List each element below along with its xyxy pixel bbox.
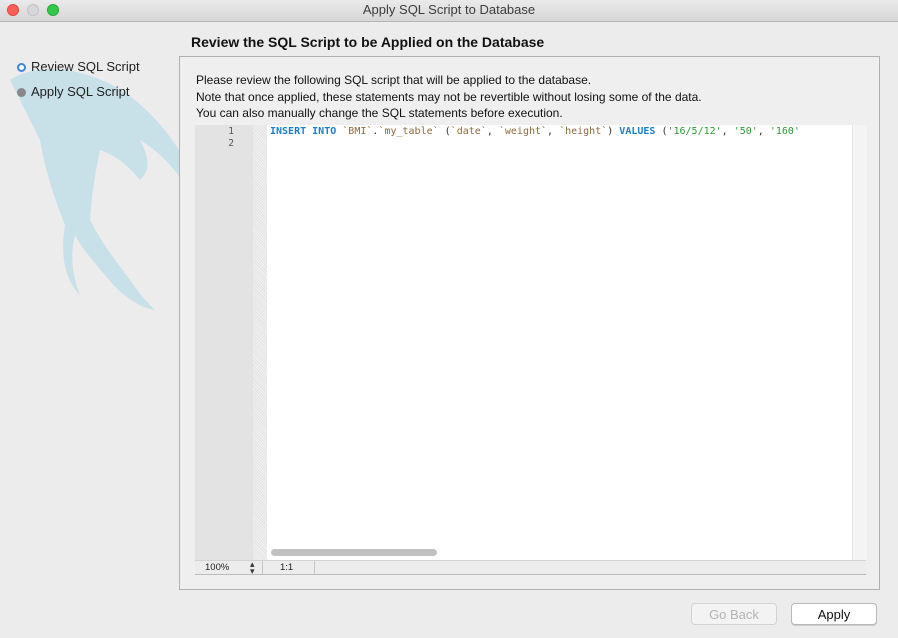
step-label: Apply SQL Script <box>31 84 130 99</box>
horizontal-scrollbar-thumb[interactable] <box>271 549 437 556</box>
go-back-button[interactable]: Go Back <box>691 603 777 625</box>
sql-token: '160' <box>769 126 800 137</box>
sql-token: `my_table` <box>378 126 439 137</box>
sql-token: `BMI` <box>342 126 373 137</box>
sql-token: ) <box>607 126 620 137</box>
line-number-gutter: 1 2 <box>195 125 253 560</box>
review-panel: Please review the following SQL script t… <box>179 56 880 590</box>
title-bar: Apply SQL Script to Database <box>0 0 898 22</box>
fold-margin <box>253 125 267 560</box>
window-title: Apply SQL Script to Database <box>362 2 536 17</box>
editor-status-bar: 100% ▴ ▾ 1:1 <box>195 560 866 576</box>
sql-token: INSERT <box>270 126 307 137</box>
sql-editor: 1 2 INSERT INTO `BMI`.`my_table` (`date`… <box>195 125 867 576</box>
line-number: 1 <box>228 126 234 137</box>
sql-token: '16/5/12' <box>667 126 722 137</box>
sql-code-area[interactable]: INSERT INTO `BMI`.`my_table` (`date`, `w… <box>267 125 852 560</box>
pending-step-indicator-icon <box>17 88 26 97</box>
line-number: 2 <box>228 138 234 149</box>
step-label: Review SQL Script <box>31 59 140 74</box>
horizontal-scrollbar[interactable] <box>267 546 852 560</box>
sql-token: ( <box>655 126 668 137</box>
sql-token: `date` <box>450 126 487 137</box>
zoom-level[interactable]: 100% <box>205 562 229 573</box>
status-divider <box>262 561 263 574</box>
sql-token: '50' <box>733 126 758 137</box>
active-step-indicator-icon <box>17 63 26 72</box>
sql-code-line[interactable]: INSERT INTO `BMI`.`my_table` (`date`, `w… <box>270 126 800 137</box>
vertical-scrollbar[interactable] <box>852 125 867 560</box>
sql-token: , <box>721 126 734 137</box>
review-description: Please review the following SQL script t… <box>196 72 702 122</box>
status-divider <box>314 561 315 574</box>
mysql-dolphin-watermark <box>10 69 200 310</box>
description-line: Note that once applied, these statements… <box>196 89 702 104</box>
sql-token: `height` <box>559 126 608 137</box>
description-line: You can also manually change the SQL sta… <box>196 106 563 120</box>
description-line: Please review the following SQL script t… <box>196 73 592 87</box>
sql-token: VALUES <box>619 126 656 137</box>
sql-token: INTO <box>312 126 337 137</box>
sql-token: , <box>486 126 499 137</box>
sql-token: `weight` <box>498 126 548 137</box>
page-heading: Review the SQL Script to be Applied on t… <box>191 34 545 50</box>
apply-button[interactable]: Apply <box>791 603 877 625</box>
sql-token: , <box>757 126 770 137</box>
zoom-stepper-icon[interactable]: ▴ ▾ <box>250 560 255 576</box>
cursor-position: 1:1 <box>280 562 294 573</box>
sql-token: ( <box>438 126 451 137</box>
sql-token: , <box>547 126 560 137</box>
